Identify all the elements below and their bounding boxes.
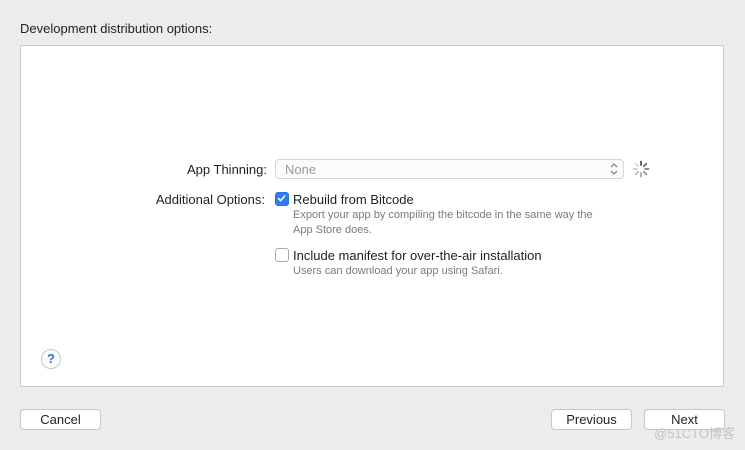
previous-button[interactable]: Previous (551, 409, 632, 430)
app-thinning-label: App Thinning: (187, 162, 267, 177)
checkmark-icon (277, 195, 286, 202)
include-manifest-checkbox[interactable] (275, 248, 289, 262)
rebuild-from-bitcode-label[interactable]: Rebuild from Bitcode (293, 192, 414, 207)
watermark: @51CTO博客 (654, 426, 735, 441)
rebuild-description-line-2: App Store does. (293, 224, 372, 236)
include-manifest-label[interactable]: Include manifest for over-the-air instal… (293, 248, 542, 263)
app-thinning-value: None (285, 162, 317, 177)
cancel-button[interactable]: Cancel (20, 409, 101, 430)
include-manifest-description: Users can download your app using Safari… (293, 265, 503, 277)
question-mark-icon: ? (47, 351, 55, 366)
rebuild-description: Export your app by compiling the bitcode… (293, 208, 593, 238)
app-thinning-select[interactable]: None (275, 159, 624, 179)
rebuild-description-line-1: Export your app by compiling the bitcode… (293, 209, 593, 221)
distribution-options-panel: App Thinning: None Additional Options: R… (20, 45, 724, 387)
additional-options-label: Additional Options: (155, 192, 265, 207)
help-button[interactable]: ? (41, 349, 61, 369)
rebuild-from-bitcode-checkbox[interactable] (275, 192, 289, 206)
loading-spinner-icon (632, 160, 650, 178)
stepper-arrows-icon (610, 163, 618, 175)
page-title: Development distribution options: (20, 21, 213, 36)
